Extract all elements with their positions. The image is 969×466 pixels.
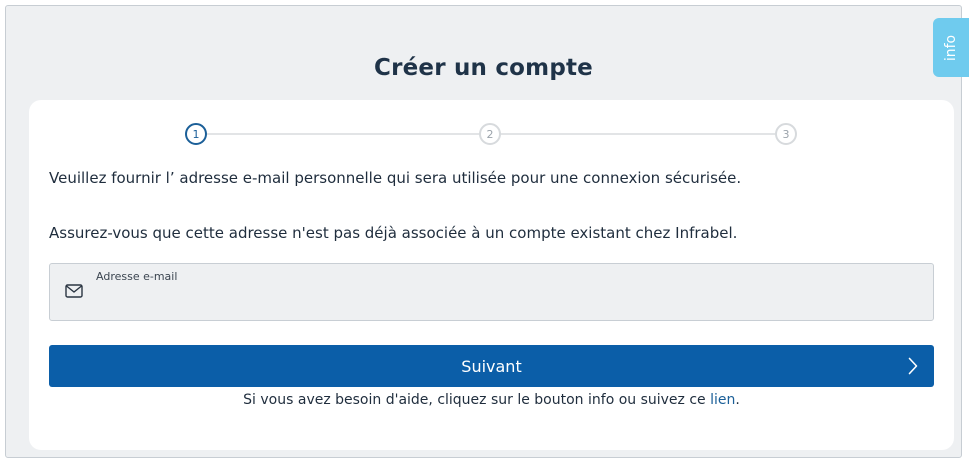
warning-text: Assurez-vous que cette adresse n'est pas… — [49, 224, 738, 242]
help-text-body: Si vous avez besoin d'aide, cliquez sur … — [243, 392, 711, 408]
info-tab-button[interactable]: info — [933, 18, 969, 77]
page-title: Créer un compte — [374, 55, 593, 81]
help-text: Si vous avez besoin d'aide, cliquez sur … — [29, 392, 954, 408]
next-button[interactable]: Suivant — [49, 345, 934, 387]
help-link[interactable]: lien — [710, 392, 735, 408]
step-1: 1 — [185, 123, 207, 145]
signup-card: 1 2 3 Veuillez fournir l’ adresse e-mail… — [29, 100, 954, 450]
stepper: 1 2 3 — [29, 100, 954, 170]
email-input[interactable] — [96, 288, 920, 314]
email-field[interactable]: Adresse e-mail — [49, 263, 934, 321]
email-field-label: Adresse e-mail — [96, 270, 178, 283]
chevron-right-icon — [908, 357, 918, 375]
step-2: 2 — [479, 123, 501, 145]
instruction-text: Veuillez fournir l’ adresse e-mail perso… — [49, 169, 742, 187]
step-3: 3 — [775, 123, 797, 145]
page-container: Créer un compte 1 2 3 Veuillez fournir l… — [5, 5, 962, 458]
info-tab-label: info — [942, 34, 959, 61]
next-button-label: Suivant — [461, 356, 522, 376]
help-text-suffix: . — [735, 392, 740, 408]
step-connector — [501, 133, 775, 135]
step-connector — [207, 133, 479, 135]
envelope-icon — [65, 284, 83, 298]
